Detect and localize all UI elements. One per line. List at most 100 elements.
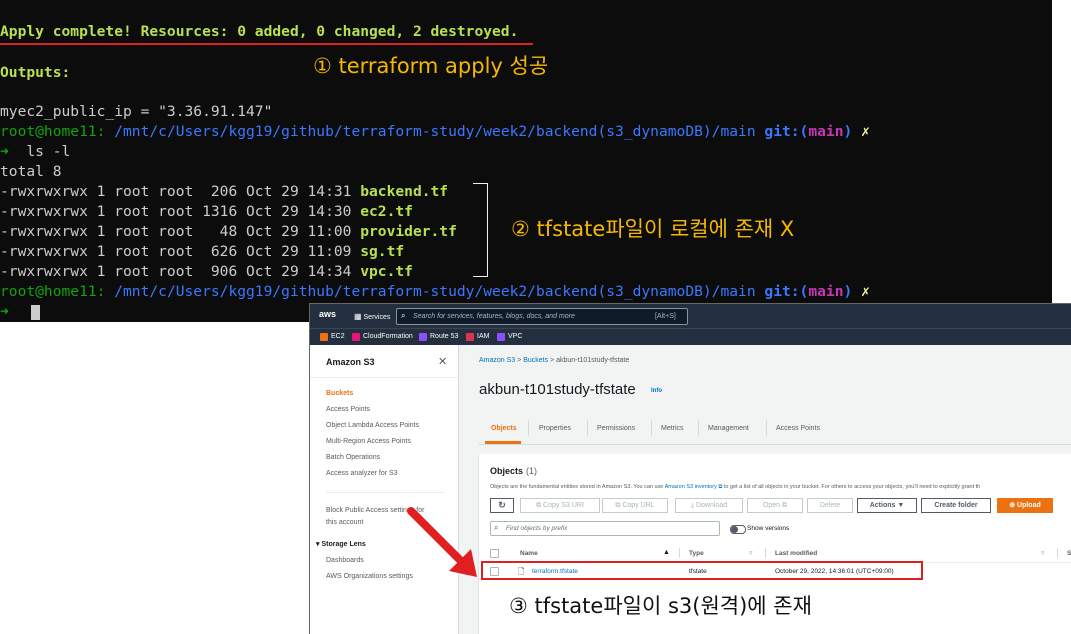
git-label: git:( [755,123,809,140]
terminal-window[interactable]: Apply complete! Resources: 0 added, 0 ch… [0,0,1052,322]
sort-icon[interactable]: ▿ [749,549,753,557]
refresh-button[interactable]: ↻ [490,498,514,513]
open-label: Open [762,502,781,509]
copy-url-button[interactable]: ⧉ Copy URL [602,498,668,513]
tab-divider [651,420,652,436]
column-type[interactable]: Type [689,550,704,557]
open-button[interactable]: Open ⧉ [747,498,803,513]
delete-label: Delete [819,502,841,509]
tabs-bar: Objects Properties Permissions Metrics M… [479,414,1071,445]
column-size[interactable]: S [1067,550,1071,557]
upload-button[interactable]: ⊕ Upload [997,498,1053,513]
tab-divider [766,420,767,436]
annotation-two: ② tfstate파일이 로컬에 존재 X [511,217,795,241]
column-last-modified[interactable]: Last modified [775,550,817,557]
sidebar-item-access-analyzer[interactable]: Access analyzer for S3 [326,470,398,477]
command-line: ➜ ls -l [0,142,70,162]
sidebar-item-organizations[interactable]: AWS Organizations settings [326,573,413,580]
file-name: provider.tf [360,223,457,240]
file-meta: -rwxrwxrwx 1 root root 906 Oct 29 14:34 [0,263,361,280]
copy-s3-uri-button[interactable]: ⧉ Copy S3 URI [520,498,600,513]
upload-label: Upload [1017,502,1041,509]
file-meta: -rwxrwxrwx 1 root root 206 Oct 29 14:31 [0,183,361,200]
tab-properties[interactable]: Properties [539,425,571,432]
file-row: -rwxrwxrwx 1 root root 1316 Oct 29 14:30… [0,202,413,222]
sidebar-divider [310,377,458,378]
copy-url-label: Copy URL [622,502,655,509]
sort-icon[interactable]: ▿ [1041,549,1045,557]
search-bar[interactable]: ⌕ Search for services, features, blogs, … [396,308,688,325]
breadcrumb-amazon-s3[interactable]: Amazon S3 [479,357,515,364]
tab-divider [587,420,588,436]
input-line[interactable]: ➜ [0,302,40,322]
tab-active-indicator [485,441,521,444]
total-line: total 8 [0,163,62,180]
info-link[interactable]: Info [651,388,662,394]
sidebar-item-access-points[interactable]: Access Points [326,406,370,413]
sidebar-item-batch-operations[interactable]: Batch Operations [326,454,380,461]
copy-s3-uri-label: Copy S3 URI [543,502,584,509]
arrow-icon: ➜ [0,303,9,320]
objects-desc-text: Objects are the fundamental entities sto… [490,484,664,490]
breadcrumb-bucket: akbun-t101study-tfstate [556,357,630,364]
favorite-vpc[interactable]: VPC [508,333,522,340]
tab-objects[interactable]: Objects [491,425,517,432]
search-icon: ⌕ [401,311,406,320]
grid-icon: ▦ [354,312,362,321]
sidebar-item-dashboards[interactable]: Dashboards [326,557,364,564]
favorite-cloudformation[interactable]: CloudFormation [363,333,413,340]
sidebar-item-object-lambda[interactable]: Object Lambda Access Points [326,422,419,429]
tab-metrics[interactable]: Metrics [661,425,684,432]
tab-management[interactable]: Management [708,425,749,432]
search-placeholder: Search for services, features, blogs, do… [413,313,575,320]
prompt-path: /mnt/c/Users/kgg19/github/terraform-stud… [105,123,756,140]
file-row: -rwxrwxrwx 1 root root 626 Oct 29 11:09 … [0,242,404,262]
objects-title: Objects [490,466,524,476]
sidebar-item-multi-region[interactable]: Multi-Region Access Points [326,438,411,445]
find-objects-input[interactable]: ⌕ Find objects by prefix [490,521,720,536]
create-folder-button[interactable]: Create folder [921,498,991,513]
select-all-checkbox[interactable] [490,549,499,558]
command: ls -l [8,143,71,160]
close-icon[interactable]: ✕ [438,355,447,368]
git-close: ) [843,283,853,300]
apply-complete-message: Apply complete! Resources: 0 added, 0 ch… [0,23,519,40]
sidebar-divider [326,492,444,493]
column-name[interactable]: Name [520,550,538,557]
external-link-icon: ⧉ [718,484,723,490]
favorites-bar: EC2 CloudFormation Route 53 IAM VPC [310,328,1071,345]
delete-button[interactable]: Delete [807,498,853,513]
git-branch: main [808,283,844,300]
tab-permissions[interactable]: Permissions [597,425,635,432]
breadcrumb: Amazon S3 > Buckets > akbun-t101study-tf… [479,357,629,364]
arrow-icon: ➜ [0,143,9,160]
cursor [30,304,40,320]
download-button[interactable]: ⤓ Download [675,498,743,513]
output-line: myec2_public_ip = "3.36.91.147" [0,103,273,120]
favorite-ec2[interactable]: EC2 [331,333,345,340]
objects-count: (1) [526,466,537,476]
tab-access-points[interactable]: Access Points [776,425,820,432]
show-versions-toggle[interactable] [730,525,746,534]
aws-logo[interactable]: aws [319,309,336,319]
outputs-label: Outputs: [0,64,71,81]
actions-button[interactable]: Actions ▼ [857,498,917,513]
s3-sidebar: Amazon S3 ✕ Buckets Access Points Object… [310,345,459,634]
favorite-iam[interactable]: IAM [477,333,489,340]
search-shortcut: [Alt+S] [655,313,676,320]
breadcrumb-buckets[interactable]: Buckets [523,357,548,364]
sidebar-item-block-public-access-2[interactable]: this account [326,519,363,526]
favorite-route53[interactable]: Route 53 [430,333,458,340]
prompt-path: /mnt/c/Users/kgg19/github/terraform-stud… [105,283,756,300]
inventory-link[interactable]: Amazon S3 inventory [665,484,717,490]
files-bracket [473,183,488,277]
sort-asc-icon[interactable]: ▲ [663,549,670,556]
dirty-mark: ✗ [852,123,870,140]
sidebar-item-buckets[interactable]: Buckets [326,390,353,397]
storage-lens-label: Storage Lens [321,541,366,548]
vpc-icon [497,333,505,341]
services-menu[interactable]: ▦ Services [354,312,390,321]
storage-lens-toggle[interactable]: ▾ Storage Lens [316,540,366,548]
copy-icon: ⧉ [536,502,544,509]
route53-icon [419,333,427,341]
